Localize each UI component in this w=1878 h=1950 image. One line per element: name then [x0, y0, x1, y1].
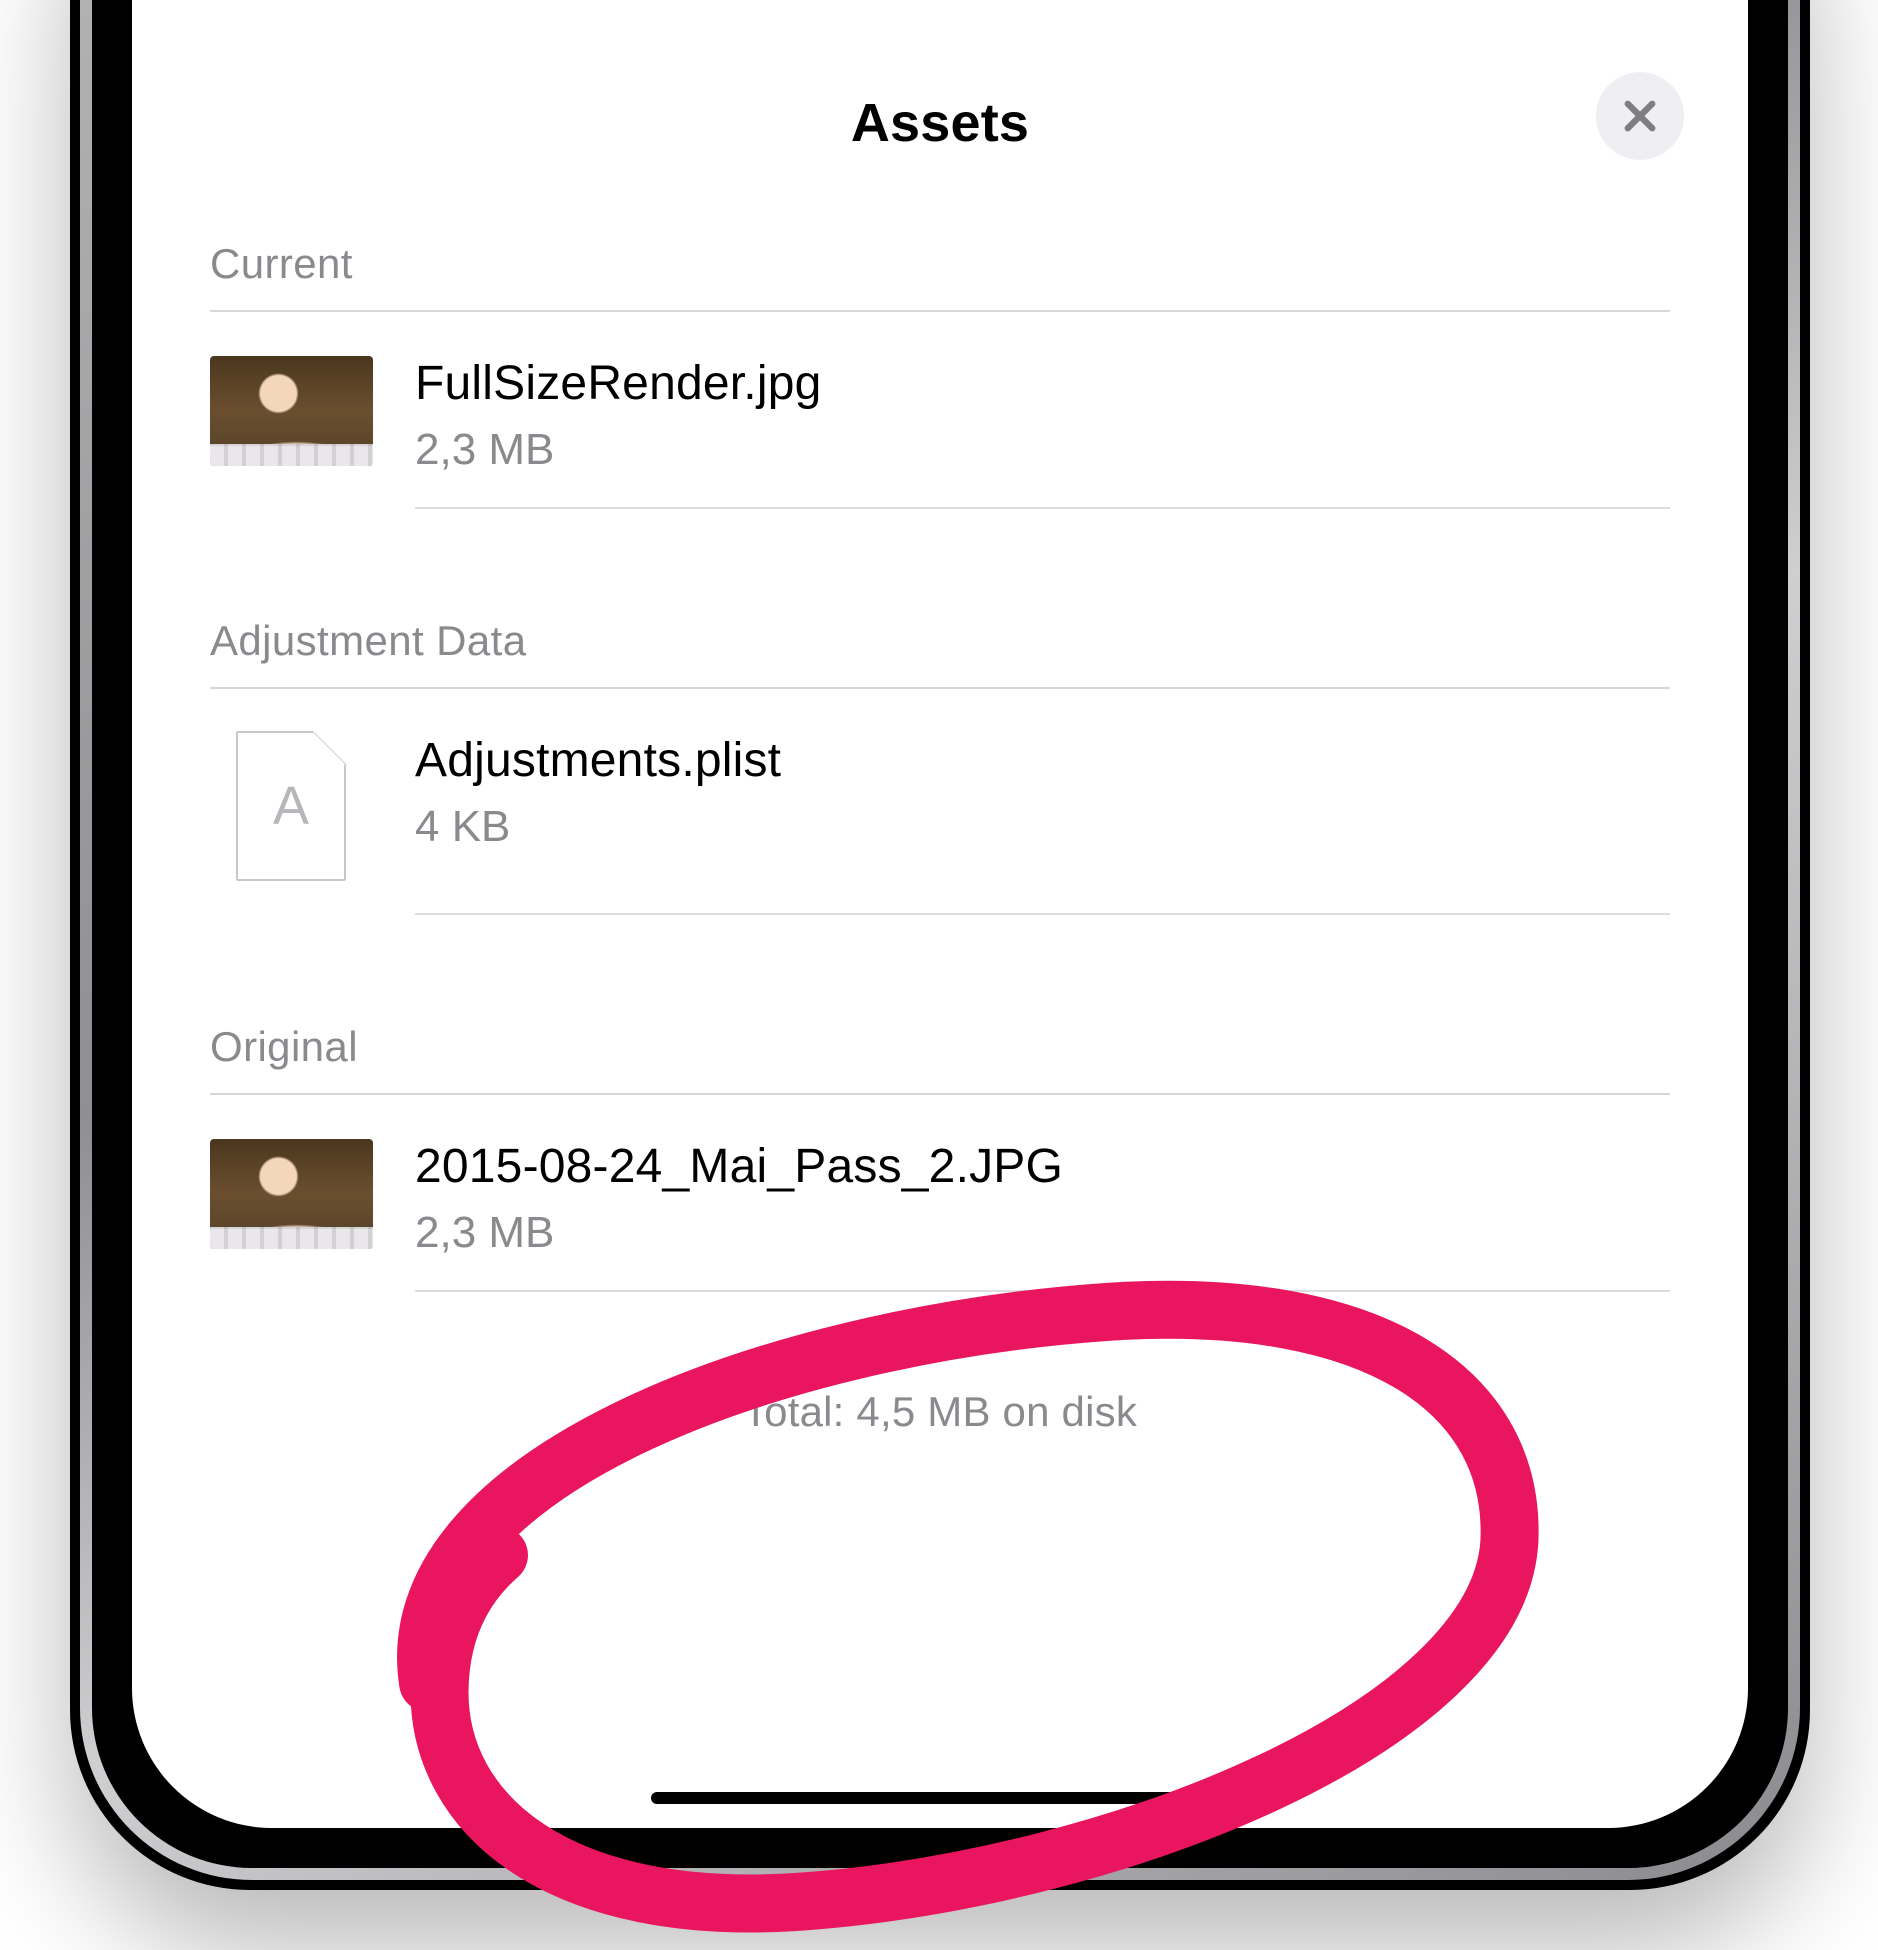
close-icon [1619, 95, 1661, 137]
close-button[interactable] [1596, 72, 1684, 160]
screen: Assets Current FullSizeRender.jpg [132, 0, 1748, 1828]
file-icon: A [236, 731, 346, 881]
asset-row[interactable]: FullSizeRender.jpg 2,3 MB [210, 312, 1670, 507]
content: Current FullSizeRender.jpg 2,3 MB Adjust… [132, 240, 1748, 1556]
photo-thumbnail [210, 356, 373, 466]
asset-thumbnail-wrap [210, 354, 373, 466]
total-size-label: Total: 4,5 MB on disk [210, 1292, 1670, 1556]
asset-filename: 2015-08-24_Mai_Pass_2.JPG [415, 1139, 1670, 1194]
asset-row-text: 2015-08-24_Mai_Pass_2.JPG 2,3 MB [373, 1137, 1670, 1258]
page-title: Assets [132, 92, 1748, 154]
home-indicator[interactable] [651, 1792, 1229, 1804]
asset-filename: FullSizeRender.jpg [415, 356, 1670, 411]
phone-frame-inner: Assets Current FullSizeRender.jpg [92, 0, 1788, 1868]
asset-filesize: 4 KB [415, 802, 1670, 852]
asset-thumbnail-wrap [210, 1137, 373, 1249]
asset-row-text: FullSizeRender.jpg 2,3 MB [373, 354, 1670, 475]
section-header-current: Current [210, 240, 1670, 288]
divider [415, 507, 1670, 509]
phone-frame-outer: Assets Current FullSizeRender.jpg [70, 0, 1810, 1890]
asset-filesize: 2,3 MB [415, 1208, 1670, 1258]
photo-thumbnail [210, 1139, 373, 1249]
section-header-original: Original [210, 1023, 1670, 1071]
asset-row[interactable]: 2015-08-24_Mai_Pass_2.JPG 2,3 MB [210, 1095, 1670, 1290]
asset-filename: Adjustments.plist [415, 733, 1670, 788]
section-header-adjustment: Adjustment Data [210, 617, 1670, 665]
divider [415, 913, 1670, 915]
modal-header: Assets [132, 0, 1748, 152]
asset-thumbnail-wrap: A [210, 731, 373, 881]
asset-filesize: 2,3 MB [415, 425, 1670, 475]
asset-row-text: Adjustments.plist 4 KB [373, 731, 1670, 852]
asset-row[interactable]: A Adjustments.plist 4 KB [210, 689, 1670, 913]
